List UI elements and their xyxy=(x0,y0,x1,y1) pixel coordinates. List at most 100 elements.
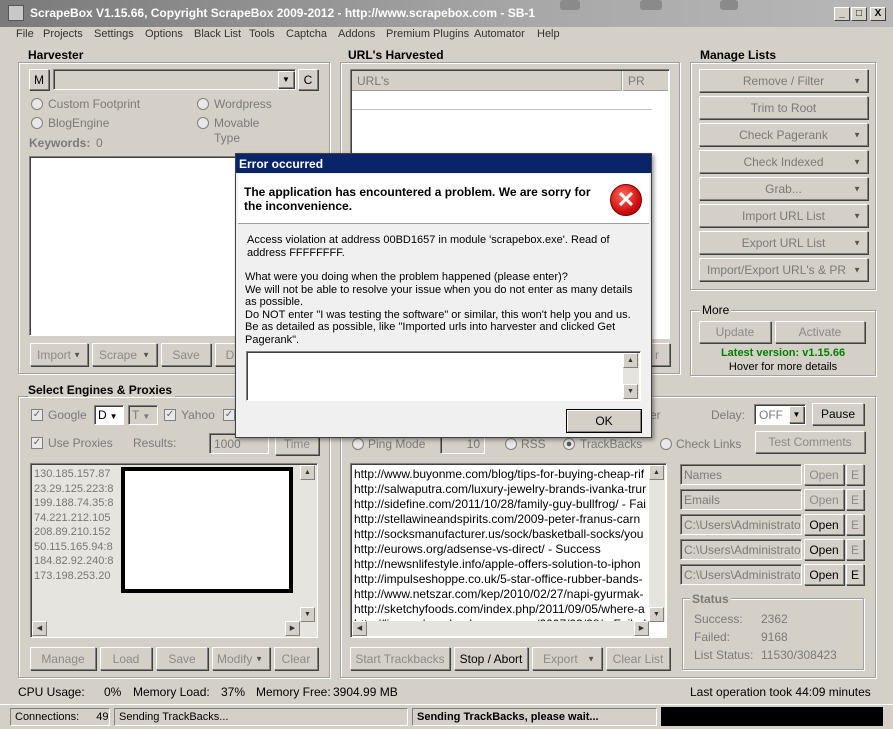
emails-open-button[interactable]: Open xyxy=(804,489,844,510)
maximize-button[interactable]: □ xyxy=(851,7,867,21)
comments-file-field[interactable]: C:\Users\Administrato xyxy=(680,539,802,560)
check-indexed-button[interactable]: Check Indexed ▼ xyxy=(699,150,868,173)
scroll-left-icon[interactable]: ◀ xyxy=(352,621,367,636)
urls-open-button[interactable]: Open xyxy=(804,564,844,585)
trackback-log[interactable]: http://www.buyonme.com/blog/tips-for-buy… xyxy=(350,463,667,638)
footprint-select[interactable]: ▼ xyxy=(53,69,296,90)
update-button[interactable]: Update xyxy=(699,321,771,343)
import-export-pr-button[interactable]: Import/Export URL's & PR ▼ xyxy=(699,258,868,281)
names-open-button[interactable]: Open xyxy=(804,464,844,485)
radio-trackbacks[interactable] xyxy=(563,438,575,450)
tray-icon-1 xyxy=(560,0,580,10)
c-button[interactable]: C xyxy=(298,69,318,90)
close-button[interactable]: X xyxy=(870,7,886,21)
radio-rss[interactable] xyxy=(505,438,517,450)
scroll-down-icon[interactable]: ▼ xyxy=(623,384,638,399)
menu-addons[interactable]: Addons xyxy=(338,28,375,40)
t-dropdown[interactable]: T ▼ xyxy=(128,405,158,425)
google-checkbox[interactable]: ✓ xyxy=(31,409,43,421)
radio-check-links[interactable] xyxy=(660,438,672,450)
check-pagerank-label: Check Pagerank xyxy=(739,127,828,142)
col-pr-header[interactable]: PR xyxy=(623,71,668,91)
pause-button[interactable]: Pause xyxy=(812,403,864,425)
grab-button[interactable]: Grab... ▼ xyxy=(699,177,868,200)
save-proxies-button[interactable]: Save xyxy=(156,647,208,670)
menu-automator[interactable]: Automator xyxy=(474,28,525,40)
dialog-prompt: What were you doing when the problem hap… xyxy=(245,271,633,346)
import-button[interactable]: Import ▼ xyxy=(30,343,88,366)
websites-file-field[interactable]: C:\Users\Administrato xyxy=(680,514,802,535)
scroll-up-icon[interactable]: ▲ xyxy=(649,465,664,480)
delay-select[interactable]: OFF ▼ xyxy=(754,404,806,425)
chevron-down-icon[interactable]: ▼ xyxy=(789,406,804,423)
engine-checkbox-3[interactable]: ✓ xyxy=(223,409,235,421)
emails-edit-button[interactable]: E xyxy=(846,489,864,510)
emails-file-field[interactable]: Emails xyxy=(680,489,802,510)
save-keywords-button[interactable]: Save xyxy=(161,343,211,366)
comments-edit-button[interactable]: E xyxy=(846,539,864,560)
menu-captcha[interactable]: Captcha xyxy=(286,28,327,40)
websites-open-button[interactable]: Open xyxy=(804,514,844,535)
clear-proxies-button[interactable]: Clear xyxy=(274,647,318,670)
menu-file[interactable]: File xyxy=(16,28,34,40)
dialog-details-input[interactable]: ▲ ▼ xyxy=(246,351,641,401)
activate-button[interactable]: Activate xyxy=(775,321,865,343)
scrape-button[interactable]: Scrape ▼ xyxy=(92,343,157,366)
menu-premium-plugins[interactable]: Premium Plugins xyxy=(386,28,469,40)
names-file-field[interactable]: Names xyxy=(680,464,802,485)
radio-wordpress[interactable] xyxy=(197,98,209,110)
check-pagerank-button[interactable]: Check Pagerank ▼ xyxy=(699,123,868,146)
chevron-down-icon[interactable]: ▼ xyxy=(278,71,294,88)
test-comments-button[interactable]: Test Comments xyxy=(755,431,865,453)
load-proxies-button[interactable]: Load xyxy=(100,647,152,670)
scroll-down-icon[interactable]: ▼ xyxy=(649,607,664,622)
scroll-up-icon[interactable]: ▲ xyxy=(300,465,315,480)
scroll-up-icon[interactable]: ▲ xyxy=(623,353,638,368)
manage-lists-title: Manage Lists xyxy=(700,48,777,62)
table-row[interactable] xyxy=(352,92,652,110)
yahoo-checkbox[interactable]: ✓ xyxy=(164,409,176,421)
trim-to-root-button[interactable]: Trim to Root xyxy=(699,96,868,119)
websites-edit-button[interactable]: E xyxy=(846,514,864,535)
col-urls-header[interactable]: URL's xyxy=(352,71,622,91)
clear-list-button[interactable]: Clear List xyxy=(606,647,670,670)
manage-proxies-button[interactable]: Manage xyxy=(30,647,96,670)
scroll-right-icon[interactable]: ▶ xyxy=(285,621,300,636)
ok-button[interactable]: OK xyxy=(566,409,642,433)
stop-abort-button[interactable]: Stop / Abort xyxy=(454,647,528,670)
menu-settings[interactable]: Settings xyxy=(94,28,134,40)
google-dropdown[interactable]: D ▼ xyxy=(94,405,124,425)
urls-file-field[interactable]: C:\Users\Administrato xyxy=(680,564,802,585)
proxy-list[interactable]: 130.185.157.87 23.29.125.223:8 199.188.7… xyxy=(30,463,318,638)
log-vscrollbar[interactable]: ▲ ▼ xyxy=(649,465,665,622)
menu-help[interactable]: Help xyxy=(537,28,560,40)
scroll-left-icon[interactable]: ◀ xyxy=(32,621,47,636)
modify-proxies-button[interactable]: Modify ▼ xyxy=(212,647,270,670)
export-url-list-button[interactable]: Export URL List ▼ xyxy=(699,231,868,254)
menu-options[interactable]: Options xyxy=(145,28,183,40)
scroll-down-icon[interactable]: ▼ xyxy=(300,607,315,622)
details-vscrollbar[interactable]: ▲ ▼ xyxy=(623,353,639,399)
minimize-button[interactable]: _ xyxy=(834,7,850,21)
menu-tools[interactable]: Tools xyxy=(249,28,275,40)
comments-open-button[interactable]: Open xyxy=(804,539,844,560)
export-log-button[interactable]: Export ▼ xyxy=(532,647,602,670)
radio-blogengine[interactable] xyxy=(31,117,43,129)
proxy-hscrollbar[interactable]: ◀ ▶ xyxy=(32,621,300,636)
radio-movable-type[interactable] xyxy=(197,117,209,129)
start-trackbacks-button[interactable]: Start Trackbacks xyxy=(350,647,450,670)
m-button[interactable]: M xyxy=(29,69,49,90)
use-proxies-checkbox[interactable]: ✓ xyxy=(31,437,43,449)
scroll-right-icon[interactable]: ▶ xyxy=(634,621,649,636)
urls-edit-button[interactable]: E xyxy=(846,564,864,585)
remove-filter-button[interactable]: Remove / Filter ▼ xyxy=(699,69,868,92)
proxy-vscrollbar[interactable]: ▲ ▼ xyxy=(300,465,316,622)
menu-blacklist[interactable]: Black List xyxy=(194,28,241,40)
log-hscrollbar[interactable]: ◀ ▶ xyxy=(352,621,649,636)
radio-ping-mode[interactable] xyxy=(352,438,364,450)
names-edit-button[interactable]: E xyxy=(846,464,864,485)
import-url-list-button[interactable]: Import URL List ▼ xyxy=(699,204,868,227)
radio-custom-footprint[interactable] xyxy=(31,98,43,110)
menu-projects[interactable]: Projects xyxy=(43,28,83,40)
keywords-label: Keywords: xyxy=(29,136,91,150)
